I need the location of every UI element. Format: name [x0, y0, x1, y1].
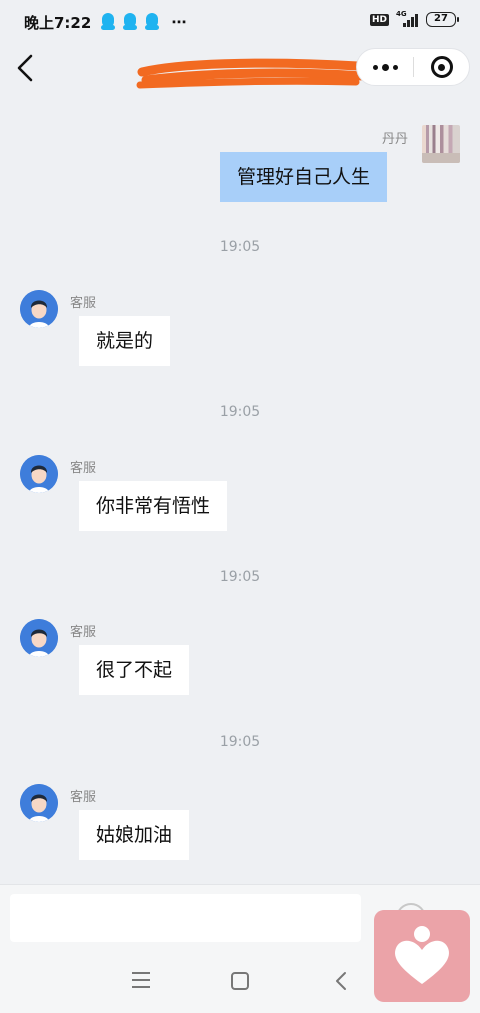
status-bar: 晚上7:22 ⋯ HD 4G 27 — [0, 0, 480, 44]
network-type-label: 4G — [396, 9, 407, 18]
avatar[interactable] — [422, 125, 460, 163]
miniprogram-capsule — [356, 48, 470, 86]
message-timestamp: 19:05 — [219, 404, 261, 420]
close-miniprogram-button[interactable] — [414, 49, 469, 85]
agent-avatar-icon — [20, 619, 58, 657]
more-notifications-icon: ⋯ — [171, 13, 188, 31]
target-icon — [430, 56, 453, 78]
sender-name: 客服 — [70, 296, 97, 311]
floating-heart-button[interactable] — [374, 910, 470, 1002]
chat-header — [0, 44, 480, 92]
home-icon[interactable] — [231, 972, 249, 990]
avatar[interactable] — [20, 455, 58, 493]
qq-notification-icon — [145, 13, 160, 31]
more-options-button[interactable] — [357, 49, 413, 85]
agent-avatar-icon — [20, 784, 58, 822]
heart-icon — [395, 926, 449, 984]
avatar[interactable] — [20, 290, 58, 328]
qq-notification-icon — [123, 13, 138, 31]
message-bubble[interactable]: 管理好自己人生 — [220, 152, 388, 202]
message-bubble[interactable]: 姑娘加油 — [79, 810, 190, 860]
sender-name: 客服 — [70, 461, 97, 476]
hd-icon: HD — [369, 13, 389, 26]
message-bubble[interactable]: 你非常有悟性 — [79, 481, 228, 531]
status-time: 晚上7:22 — [24, 13, 92, 32]
status-indicators: HD 4G 27 — [369, 9, 459, 27]
sender-name: 客服 — [70, 790, 97, 805]
back-icon[interactable] — [334, 970, 348, 992]
signal-icon: 4G — [396, 9, 418, 27]
sender-name: 丹丹 — [382, 132, 409, 147]
sender-name: 客服 — [70, 625, 97, 640]
avatar[interactable] — [20, 619, 58, 657]
message-bubble[interactable]: 就是的 — [79, 316, 171, 366]
message-bubble[interactable]: 很了不起 — [79, 645, 190, 695]
message-timestamp: 19:05 — [219, 734, 261, 750]
agent-avatar-icon — [20, 290, 58, 328]
message-input[interactable] — [10, 894, 361, 942]
battery-icon: 27 — [426, 12, 459, 27]
menu-icon[interactable] — [132, 972, 150, 988]
message-timestamp: 19:05 — [219, 569, 261, 585]
agent-avatar-icon — [20, 455, 58, 493]
message-timestamp: 19:05 — [219, 239, 261, 255]
back-button[interactable] — [10, 52, 40, 84]
avatar[interactable] — [20, 784, 58, 822]
redacted-title — [136, 58, 367, 89]
chevron-left-icon — [17, 54, 33, 82]
qq-notification-icon — [101, 13, 116, 31]
